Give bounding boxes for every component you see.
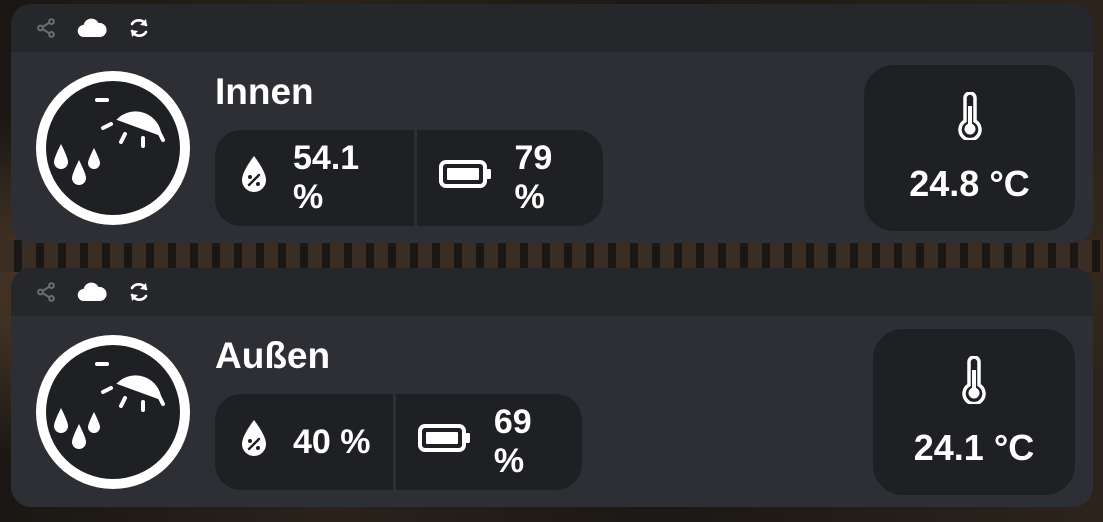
temperature-value: 24.8 °C (909, 162, 1030, 204)
weather-sun-rain-icon (29, 328, 197, 496)
device-name: Innen (215, 71, 314, 112)
temperature-tile[interactable]: 24.8 °C (864, 65, 1075, 231)
battery-value: 79 % (514, 139, 553, 216)
card-toolbar (11, 4, 1093, 52)
thermometer-icon (960, 354, 988, 413)
thermometer-icon (956, 90, 984, 149)
humidity-icon (237, 154, 271, 203)
temperature-value: 24.1 °C (913, 426, 1035, 468)
battery-icon (417, 423, 472, 462)
sensor-pill: 40 % 69 % (215, 394, 582, 490)
weather-sun-rain-icon (29, 64, 197, 232)
sync-icon[interactable] (127, 280, 151, 304)
humidity-segment[interactable]: 54.1 % (215, 130, 414, 226)
humidity-icon (237, 418, 271, 467)
humidity-value: 54.1 % (293, 139, 360, 216)
sensor-pill: 54.1 % 79 % (215, 130, 603, 226)
sync-icon[interactable] (127, 16, 151, 40)
battery-segment[interactable]: 69 % (396, 394, 582, 490)
share-icon[interactable] (35, 281, 57, 303)
humidity-value: 40 % (293, 422, 371, 461)
device-name: Außen (215, 335, 331, 376)
cloud-icon[interactable] (77, 17, 107, 39)
humidity-segment[interactable]: 40 % (215, 394, 393, 490)
sensor-card-innen: Innen 54.1 % 79 % 24.8 °C (11, 4, 1093, 243)
cloud-icon[interactable] (77, 281, 107, 303)
battery-value: 69 % (493, 403, 532, 480)
share-icon[interactable] (35, 17, 57, 39)
battery-icon (438, 159, 493, 198)
battery-segment[interactable]: 79 % (417, 130, 604, 226)
card-toolbar (11, 268, 1093, 316)
temperature-tile[interactable]: 24.1 °C (873, 329, 1075, 495)
sensor-card-aussen: Außen 40 % 69 % 24.1 °C (11, 268, 1093, 507)
